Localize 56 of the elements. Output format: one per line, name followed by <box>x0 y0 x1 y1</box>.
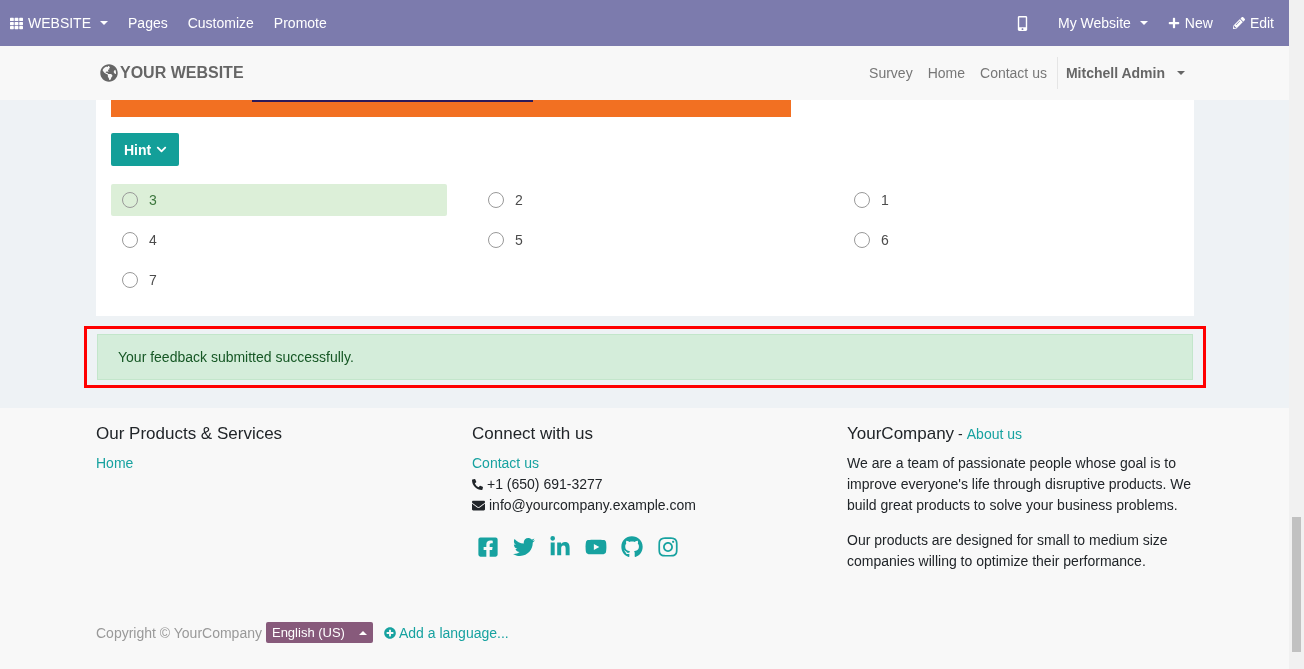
edit-button[interactable]: Edit <box>1232 15 1274 31</box>
copyright-text: Copyright © YourCompany <box>96 624 262 641</box>
envelope-icon <box>472 499 485 512</box>
add-language-link[interactable]: Add a language... <box>383 624 509 641</box>
instagram-icon[interactable] <box>657 536 679 558</box>
admin-menu-item[interactable]: Customize <box>187 15 254 31</box>
option-label: 5 <box>515 232 523 248</box>
hint-button[interactable]: Hint <box>111 133 180 166</box>
phone-icon <box>472 479 483 490</box>
answer-option[interactable]: 3 <box>111 184 447 216</box>
chevron-down-icon <box>156 144 168 155</box>
option-label: 2 <box>515 192 523 208</box>
option-label: 4 <box>149 232 157 248</box>
admin-menu-item[interactable]: Promote <box>273 15 327 31</box>
footer-heading: YourCompany <box>847 424 955 444</box>
email-address: info@yourcompany.example.com <box>489 496 696 515</box>
footer-link[interactable]: About us <box>966 426 1023 442</box>
nav-link[interactable]: Contact us <box>980 65 1047 81</box>
option-label: 3 <box>149 192 157 208</box>
company-description: We are a team of passionate people whose goal is to improve everyone's life through disruptive products. We build great products to solve your business problems. <box>847 454 1192 515</box>
answer-option[interactable]: 5 <box>477 224 813 256</box>
separator: - <box>958 426 963 442</box>
footer-heading: Connect with us <box>472 424 594 444</box>
nav-link[interactable]: Home <box>927 65 965 81</box>
scrollbar[interactable] <box>1289 0 1304 669</box>
site-logo[interactable]: YOUR WEBSITE <box>120 64 244 82</box>
twitter-icon[interactable] <box>513 536 535 558</box>
github-icon[interactable] <box>621 536 643 558</box>
admin-menu-item[interactable]: Pages <box>128 15 168 31</box>
new-button[interactable]: New <box>1167 15 1213 31</box>
answer-option[interactable]: 7 <box>111 264 447 296</box>
option-label: 1 <box>881 192 889 208</box>
user-menu[interactable]: Mitchell Admin <box>1056 57 1185 89</box>
answer-option[interactable]: 4 <box>111 224 447 256</box>
option-label: 6 <box>881 232 889 248</box>
answer-option[interactable]: 1 <box>843 184 1179 216</box>
footer-link[interactable]: Home <box>96 453 134 474</box>
footer-heading: Our Products & Services <box>96 424 284 444</box>
language-selector[interactable]: English (US) <box>265 622 373 643</box>
linkedin-icon[interactable] <box>549 536 571 558</box>
option-label: 7 <box>149 272 157 288</box>
company-description: Our products are designed for small to medium size companies willing to optimize their performance. <box>847 531 1169 571</box>
answer-option[interactable]: 2 <box>477 184 813 216</box>
phone-number: +1 (650) 691-3277 <box>487 475 603 494</box>
website-app-menu[interactable]: WEBSITE <box>10 15 108 31</box>
pencil-icon <box>1232 17 1245 29</box>
globe-icon <box>100 64 118 82</box>
answer-option[interactable]: 6 <box>843 224 1179 256</box>
website-menu[interactable]: My Website <box>1058 15 1148 31</box>
footer-link[interactable]: Contact us <box>472 453 539 474</box>
plus-icon <box>1167 17 1180 29</box>
success-alert: Your feedback submitted successfully. <box>97 334 1193 380</box>
mobile-icon[interactable] <box>1015 15 1030 31</box>
grid-icon <box>10 16 23 30</box>
facebook-icon[interactable] <box>477 536 499 558</box>
nav-link[interactable]: Survey <box>869 65 913 81</box>
